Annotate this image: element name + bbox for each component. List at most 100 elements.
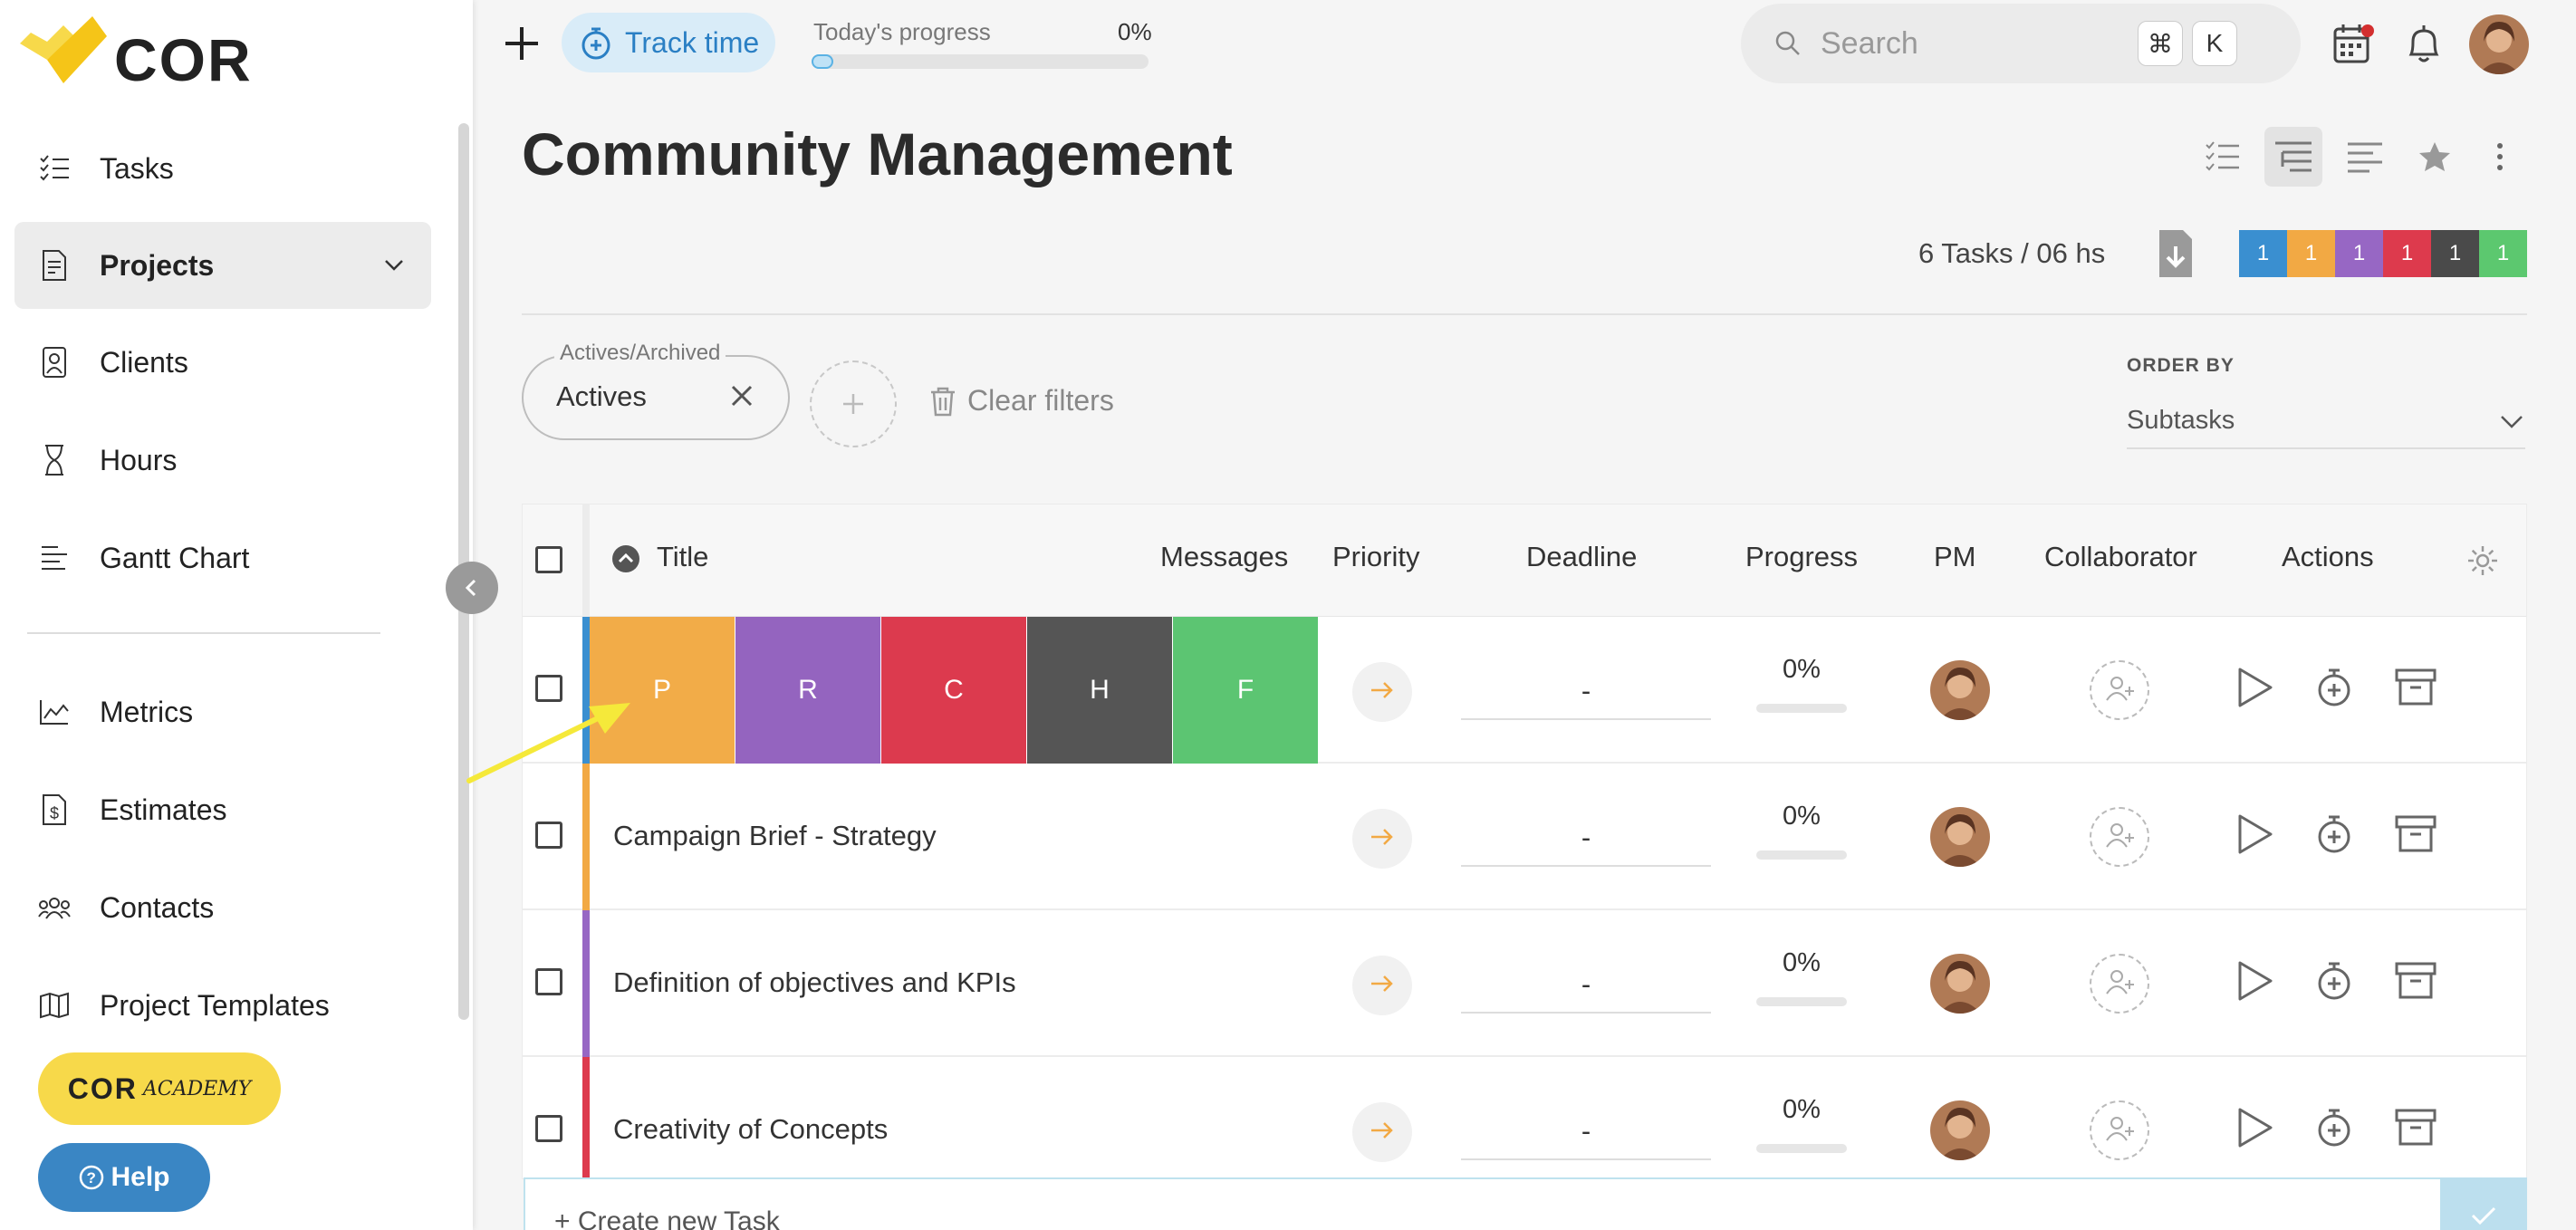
gantt-view-button[interactable] [2337, 127, 2395, 187]
metrics-chart-icon [36, 694, 72, 730]
priority-button[interactable] [1352, 662, 1412, 722]
table-row[interactable]: P R C H F -0% [523, 617, 2526, 764]
cor-logo[interactable]: COR [20, 16, 255, 93]
favorite-button[interactable] [2406, 127, 2464, 187]
add-time-button[interactable] [2307, 1102, 2361, 1157]
row-checkbox[interactable] [535, 968, 562, 995]
column-title[interactable]: Title [657, 541, 708, 573]
archive-task-button[interactable] [2389, 956, 2443, 1010]
more-options-button[interactable] [2471, 127, 2529, 187]
column-messages[interactable]: Messages [1160, 541, 1288, 573]
archive-task-button[interactable] [2389, 662, 2443, 716]
row-checkbox[interactable] [535, 822, 562, 849]
order-by-select[interactable]: Subtasks [2127, 399, 2525, 449]
add-collaborator-button[interactable] [2090, 954, 2149, 1014]
row-color-bar [582, 910, 590, 1057]
chevron-left-icon [465, 579, 476, 597]
sidebar-item-projects[interactable]: Projects [14, 222, 431, 309]
bell-icon[interactable] [2402, 22, 2446, 67]
collapse-sidebar-button[interactable] [446, 562, 498, 614]
priority-button[interactable] [1352, 956, 1412, 1015]
start-task-button[interactable] [2227, 1102, 2282, 1157]
add-time-button[interactable] [2307, 956, 2361, 1010]
column-priority[interactable]: Priority [1332, 541, 1419, 573]
add-collaborator-button[interactable] [2090, 807, 2149, 867]
column-deadline[interactable]: Deadline [1526, 541, 1637, 573]
sidebar-item-gantt-chart[interactable]: Gantt Chart [14, 514, 431, 601]
color-count-badge[interactable]: 1 [2431, 230, 2479, 277]
table-row[interactable]: Creativity of Concepts - 0% [523, 1057, 2526, 1178]
start-task-button[interactable] [2227, 956, 2282, 1010]
create-task-confirm-button[interactable] [2440, 1177, 2527, 1230]
start-task-button[interactable] [2227, 662, 2282, 716]
pm-avatar[interactable] [1930, 954, 1990, 1014]
star-icon [2419, 142, 2450, 171]
list-view-button[interactable] [2194, 127, 2252, 187]
column-progress[interactable]: Progress [1745, 541, 1858, 573]
deadline-field[interactable]: - [1461, 809, 1711, 867]
sidebar-item-clients[interactable]: Clients [14, 319, 431, 406]
download-file-icon[interactable] [2156, 228, 2196, 279]
academy-button[interactable]: COR ACADEMY [38, 1052, 281, 1125]
column-collaborator[interactable]: Collaborator [2044, 541, 2197, 573]
table-settings-gear-icon[interactable] [2466, 544, 2499, 581]
collapse-circle-icon[interactable] [611, 544, 640, 578]
sidebar-item-hours[interactable]: Hours [14, 417, 431, 504]
subtasks-view-button[interactable] [2264, 127, 2322, 187]
color-label-segment[interactable]: H [1027, 617, 1172, 764]
archive-task-button[interactable] [2389, 809, 2443, 863]
color-count-badge[interactable]: 1 [2479, 230, 2527, 277]
sidebar-item-project-templates[interactable]: Project Templates [14, 962, 431, 1049]
add-new-button[interactable] [500, 18, 543, 69]
sidebar-item-contacts[interactable]: Contacts [14, 864, 431, 951]
task-title[interactable]: Creativity of Concepts [613, 1113, 888, 1146]
task-title[interactable]: Campaign Brief - Strategy [613, 820, 937, 852]
actives-archived-filter[interactable]: Actives/Archived Actives [522, 341, 790, 440]
add-filter-button[interactable] [810, 360, 897, 447]
table-row[interactable]: Campaign Brief - Strategy - 0% [523, 764, 2526, 910]
priority-button[interactable] [1352, 809, 1412, 869]
clear-filters-button[interactable]: Clear filters [929, 384, 1114, 418]
select-all-checkbox[interactable] [535, 546, 562, 573]
progress-bar [1756, 1144, 1847, 1153]
column-pm[interactable]: PM [1934, 541, 1976, 573]
sidebar-item-metrics[interactable]: Metrics [14, 668, 431, 755]
color-count-badge[interactable]: 1 [2287, 230, 2335, 277]
search-box[interactable]: ⌘ K [1741, 4, 2301, 83]
sidebar-item-tasks[interactable]: Tasks [14, 125, 431, 212]
contacts-people-icon [36, 889, 72, 926]
deadline-field[interactable]: - [1461, 662, 1711, 720]
start-task-button[interactable] [2227, 809, 2282, 863]
pm-avatar[interactable] [1930, 807, 1990, 867]
projects-doc-icon [36, 247, 72, 283]
row-checkbox[interactable] [535, 1115, 562, 1142]
table-row[interactable]: Definition of objectives and KPIs - 0% [523, 910, 2526, 1057]
color-label-segment[interactable]: R [735, 617, 880, 764]
add-collaborator-button[interactable] [2090, 1100, 2149, 1160]
page-title: Community Management [522, 120, 1233, 187]
add-collaborator-button[interactable] [2090, 660, 2149, 720]
pm-avatar[interactable] [1930, 660, 1990, 720]
close-icon[interactable] [728, 382, 755, 409]
calendar-icon[interactable] [2331, 22, 2375, 67]
color-count-badge[interactable]: 1 [2239, 230, 2287, 277]
color-count-badge[interactable]: 1 [2335, 230, 2383, 277]
search-input[interactable] [1821, 25, 2129, 62]
color-label-segment[interactable]: C [881, 617, 1026, 764]
task-title[interactable]: Definition of objectives and KPIs [613, 966, 1016, 999]
color-label-segment[interactable]: F [1173, 617, 1318, 764]
add-time-button[interactable] [2307, 662, 2361, 716]
create-new-task-bar[interactable]: + Create new Task [524, 1177, 2527, 1230]
deadline-field[interactable]: - [1461, 1102, 1711, 1160]
pm-avatar[interactable] [1930, 1100, 1990, 1160]
track-time-button[interactable]: Track time [562, 13, 775, 72]
priority-button[interactable] [1352, 1102, 1412, 1162]
help-button[interactable]: ? Help [38, 1143, 210, 1212]
sidebar-item-estimates[interactable]: $ Estimates [14, 766, 431, 853]
color-count-badge[interactable]: 1 [2383, 230, 2431, 277]
deadline-field[interactable]: - [1461, 956, 1711, 1014]
archive-task-button[interactable] [2389, 1102, 2443, 1157]
svg-text:$: $ [50, 804, 59, 822]
user-avatar[interactable] [2469, 14, 2529, 74]
add-time-button[interactable] [2307, 809, 2361, 863]
